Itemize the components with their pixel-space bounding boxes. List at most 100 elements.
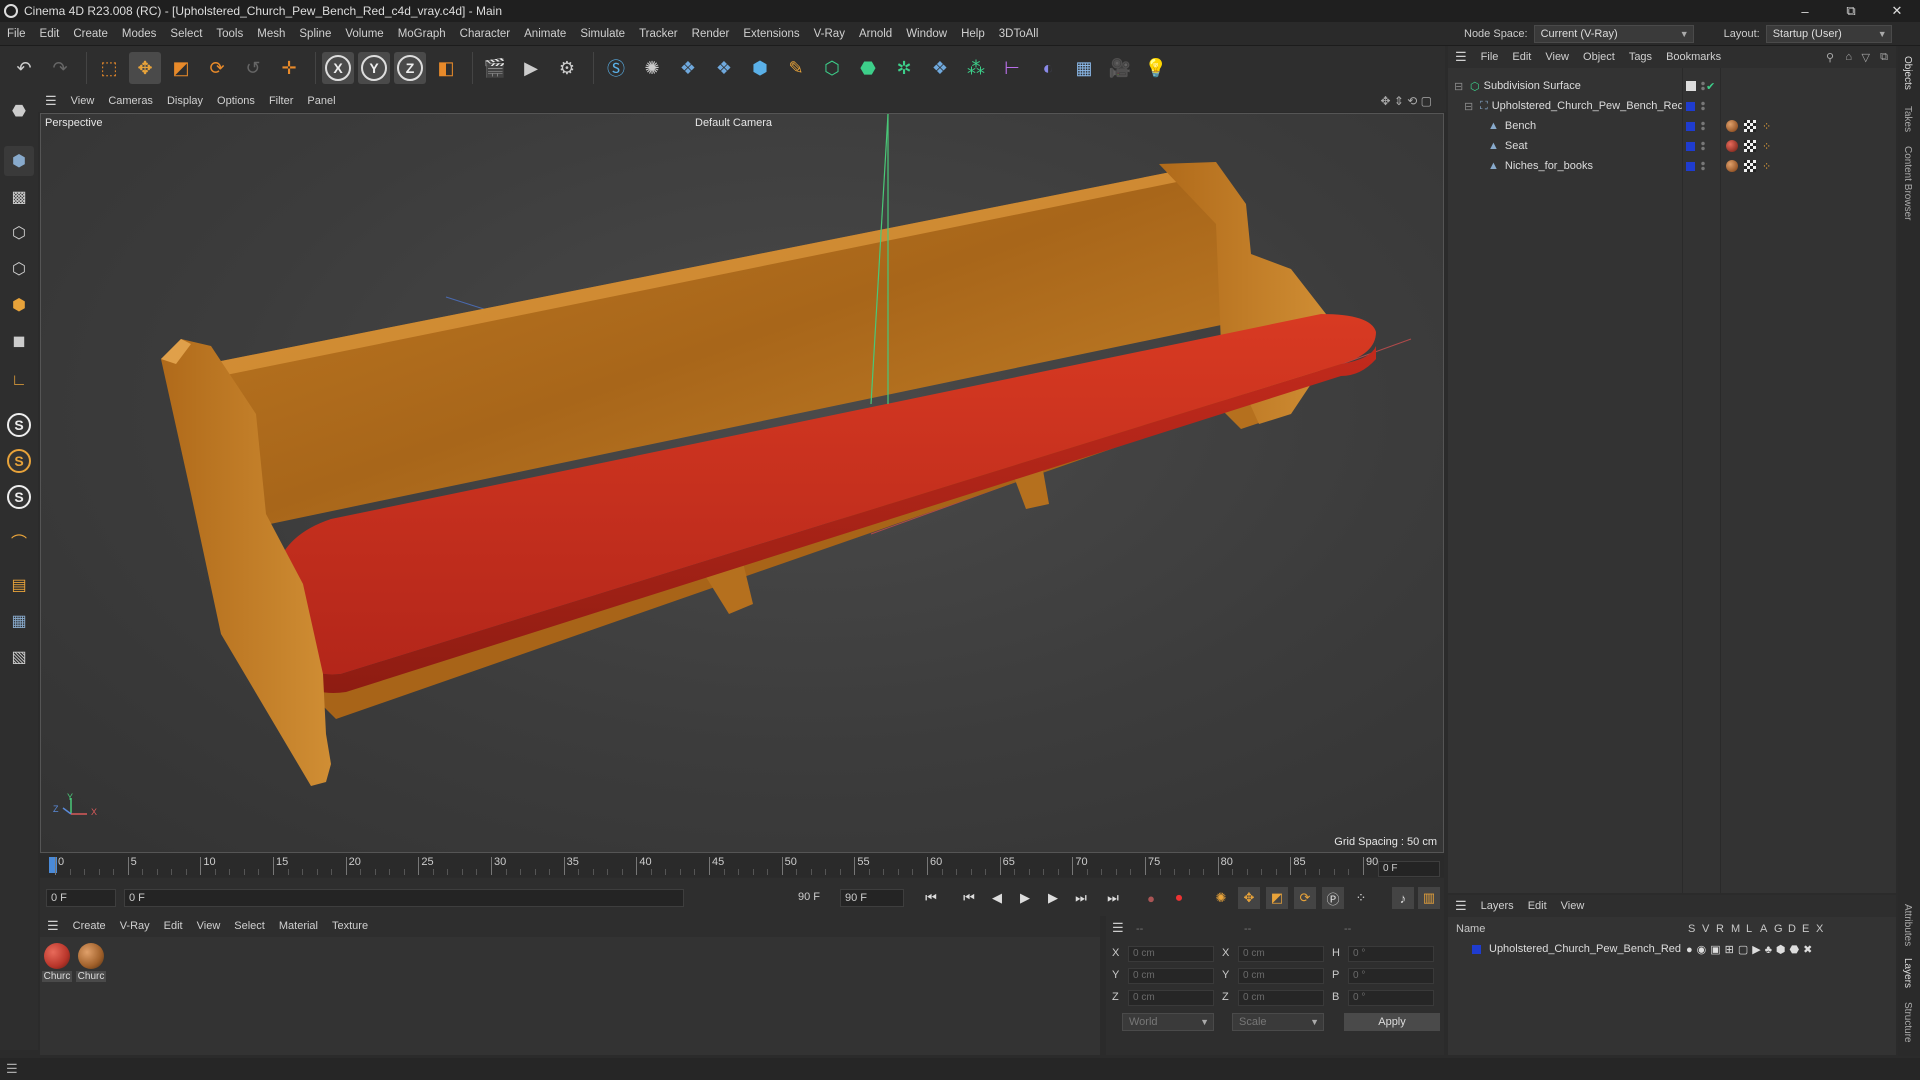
current-frame-field[interactable]: 0 F xyxy=(46,889,116,907)
python-generator-button[interactable]: ❖ xyxy=(924,52,956,84)
viewport-nav-icons[interactable]: ✥ ⇕ ⟲ ▢ xyxy=(1380,94,1432,108)
layer-column-s[interactable]: S xyxy=(1688,923,1695,935)
material-swatch[interactable]: Churc xyxy=(76,943,106,982)
coordinate-system-button[interactable]: ◧ xyxy=(430,52,462,84)
menu-window[interactable]: Window xyxy=(899,28,954,40)
key-position-button[interactable]: ✥ xyxy=(1238,887,1260,909)
autokey-button[interactable]: ⏺ xyxy=(1168,887,1190,909)
record-keys-button[interactable]: ● xyxy=(1140,887,1162,909)
vray-tag-icon[interactable]: ⁘ xyxy=(1762,120,1771,133)
menu-edit[interactable]: Edit xyxy=(33,28,67,40)
spline-tool-button[interactable]: ⊢ xyxy=(996,52,1028,84)
transform-tool-button[interactable]: ✛ xyxy=(273,52,305,84)
vray-settings-button[interactable]: ✺ xyxy=(636,52,668,84)
viewport-menu-filter[interactable]: Filter xyxy=(262,95,300,107)
next-key-button[interactable]: ⏭ xyxy=(1070,887,1092,909)
menu-character[interactable]: Character xyxy=(453,28,518,40)
object-row-bench[interactable]: ▲ Bench ⁘ xyxy=(1448,116,1896,136)
key-scale-button[interactable]: ◩ xyxy=(1266,887,1288,909)
apply-button[interactable]: Apply xyxy=(1344,1013,1440,1031)
model-mode-button[interactable]: ⬢ xyxy=(4,146,34,176)
workplane-button[interactable]: ▤ xyxy=(4,570,34,600)
menu-vray[interactable]: V-Ray xyxy=(807,28,852,40)
mat-menu-vray[interactable]: V-Ray xyxy=(113,920,157,932)
field-button[interactable]: ◐ xyxy=(1032,52,1064,84)
obj-menu-bookmarks[interactable]: Bookmarks xyxy=(1659,51,1728,63)
viewport-perspective[interactable]: Perspective Default Camera Grid Spacing … xyxy=(40,113,1444,853)
menu-create[interactable]: Create xyxy=(66,28,115,40)
light-button[interactable]: 💡 xyxy=(1140,52,1172,84)
menu-volume[interactable]: Volume xyxy=(338,28,390,40)
uvw-tag-icon[interactable] xyxy=(1744,160,1756,172)
menu-3dtoall[interactable]: 3DToAll xyxy=(992,28,1046,40)
size-mode-select[interactable]: Scale ▼ xyxy=(1232,1013,1324,1031)
max-frame-field[interactable]: 90 F xyxy=(840,889,904,907)
locked-workplane-button[interactable]: ▧ xyxy=(4,642,34,672)
visibility-dots[interactable] xyxy=(1701,141,1705,151)
axis-mode-button[interactable]: ∟ xyxy=(4,366,34,396)
maximize-button[interactable]: ⧉ xyxy=(1828,0,1874,22)
rotation-b-field[interactable]: 0 ° xyxy=(1348,990,1434,1006)
size-y-field[interactable]: 0 cm xyxy=(1238,968,1324,984)
object-row-seat[interactable]: ▲ Seat ⁘ xyxy=(1448,136,1896,156)
node-space-select[interactable]: Current (V-Ray) ▼ xyxy=(1533,25,1694,43)
search-icon[interactable]: ⚲ xyxy=(1826,51,1834,64)
layer-column-g[interactable]: G xyxy=(1774,923,1783,935)
magnet-tool-button[interactable]: ⌒ xyxy=(4,526,34,556)
texture-mode-button[interactable]: ▩ xyxy=(4,182,34,212)
close-button[interactable]: ✕ xyxy=(1874,0,1920,22)
material-tag-icon[interactable] xyxy=(1726,120,1738,132)
menu-file[interactable]: File xyxy=(0,28,33,40)
material-tag-icon[interactable] xyxy=(1726,140,1738,152)
dope-sheet-button[interactable]: ▥ xyxy=(1418,887,1440,909)
mat-menu-edit[interactable]: Edit xyxy=(157,920,190,932)
menu-mograph[interactable]: MoGraph xyxy=(391,28,453,40)
menu-render[interactable]: Render xyxy=(685,28,737,40)
visibility-dots[interactable] xyxy=(1701,121,1705,131)
play-button[interactable]: ▶ xyxy=(1014,887,1036,909)
object-row-pew[interactable]: ⊟ ⛶ Upholstered_Church_Pew_Bench_Red xyxy=(1448,96,1896,116)
go-to-start-button[interactable]: ⏮ xyxy=(920,887,942,909)
grid-button[interactable]: ▦ xyxy=(4,606,34,636)
python-button[interactable]: ❖ xyxy=(672,52,704,84)
layer-column-r[interactable]: R xyxy=(1716,923,1724,935)
deformer-button[interactable]: ⁂ xyxy=(960,52,992,84)
tree-collapse-icon[interactable]: ⊟ xyxy=(1454,80,1466,93)
go-to-end-button[interactable]: ⏭ xyxy=(1102,887,1124,909)
edges-mode-button[interactable]: ⬡ xyxy=(4,254,34,284)
coordinate-space-select[interactable]: World ▼ xyxy=(1122,1013,1214,1031)
subdivision-button[interactable]: ⬡ xyxy=(816,52,848,84)
live-selection-button[interactable]: ⬚ xyxy=(93,52,125,84)
tab-layers[interactable]: Layers xyxy=(1902,958,1913,988)
x-axis-button[interactable]: X xyxy=(322,52,354,84)
material-tag-icon[interactable] xyxy=(1726,160,1738,172)
render-view-button[interactable]: ▶ xyxy=(515,52,547,84)
tab-takes[interactable]: Takes xyxy=(1902,106,1913,132)
next-frame-button[interactable]: ▶ xyxy=(1042,887,1064,909)
mograph-button[interactable]: ✲ xyxy=(888,52,920,84)
menu-tools[interactable]: Tools xyxy=(209,28,250,40)
menu-mesh[interactable]: Mesh xyxy=(250,28,292,40)
workplane-snap-button[interactable]: S xyxy=(4,482,34,512)
timeline-end-field[interactable]: 0 F xyxy=(1378,861,1440,877)
render-settings-button[interactable]: ⚙ xyxy=(551,52,583,84)
visibility-dots[interactable] xyxy=(1701,101,1705,111)
move-tool-button[interactable]: ✥ xyxy=(129,52,161,84)
obj-menu-edit[interactable]: Edit xyxy=(1505,51,1538,63)
hamburger-icon[interactable]: ☰ xyxy=(1448,898,1474,914)
position-x-field[interactable]: 0 cm xyxy=(1128,946,1214,962)
menu-spline[interactable]: Spline xyxy=(292,28,338,40)
hamburger-icon[interactable]: ☰ xyxy=(6,1061,18,1077)
obj-menu-file[interactable]: File xyxy=(1474,51,1506,63)
key-param-button[interactable]: Ⓟ xyxy=(1322,887,1344,909)
uvw-tag-icon[interactable] xyxy=(1744,140,1756,152)
range-start-field[interactable]: 0 F xyxy=(124,889,684,907)
layer-column-x[interactable]: X xyxy=(1816,923,1823,935)
hamburger-icon[interactable]: ☰ xyxy=(1448,49,1474,65)
y-axis-button[interactable]: Y xyxy=(358,52,390,84)
size-x-field[interactable]: 0 cm xyxy=(1238,946,1324,962)
rotation-p-field[interactable]: 0 ° xyxy=(1348,968,1434,984)
layer-column-v[interactable]: V xyxy=(1702,923,1709,935)
obj-menu-tags[interactable]: Tags xyxy=(1622,51,1659,63)
timeline-ruler[interactable]: 0 5 10 15 20 25 30 35 40 45 50 55 60 65 70 75 80 85 90 xyxy=(40,855,1444,877)
